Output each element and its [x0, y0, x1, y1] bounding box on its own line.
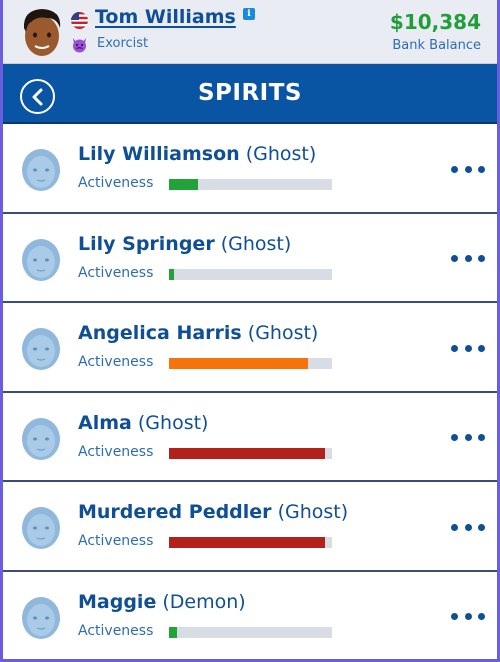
more-options-button[interactable]	[451, 608, 485, 626]
activeness-bar-fill	[169, 179, 199, 190]
activeness-bar-fill	[169, 358, 308, 369]
spirits-list: Lily Williamson (Ghost) Activeness Lily …	[3, 124, 497, 659]
dot-icon	[464, 523, 472, 531]
page-header: SPIRITS	[3, 64, 497, 124]
spirit-name-text: Angelica Harris	[78, 322, 242, 344]
spirit-portrait-icon	[17, 324, 65, 372]
spirit-type: (Ghost)	[245, 143, 317, 165]
info-icon[interactable]: i	[243, 8, 255, 20]
spirit-portrait-icon	[17, 503, 65, 551]
player-job: Exorcist	[97, 36, 149, 51]
dot-icon	[464, 344, 472, 352]
activeness-bar	[169, 626, 332, 638]
spirit-portrait-icon	[17, 235, 65, 283]
spirit-name: Lily Williamson (Ghost)	[78, 143, 316, 165]
spirit-name: Alma (Ghost)	[78, 412, 208, 434]
activeness-bar-fill	[169, 268, 174, 280]
dot-icon	[451, 344, 458, 352]
dot-icon	[451, 255, 458, 262]
spirit-row[interactable]: Murdered Peddler (Ghost) Activeness	[3, 482, 497, 572]
spirit-name-text: Alma	[78, 411, 132, 434]
spirit-portrait-icon	[17, 414, 65, 462]
dot-icon	[478, 434, 485, 441]
spirit-row[interactable]: Lily Williamson (Ghost) Activeness	[3, 124, 497, 214]
player-avatar[interactable]	[17, 6, 67, 58]
spirit-type: (Ghost)	[137, 411, 209, 434]
spirit-name-text: Lily Springer	[78, 232, 215, 255]
activeness-bar	[169, 179, 332, 190]
spirit-row[interactable]: Lily Springer (Ghost) Activeness	[3, 213, 497, 303]
spirit-name-text: Murdered Peddler	[78, 501, 272, 523]
activeness-bar	[169, 537, 332, 548]
activeness-bar-fill	[169, 447, 326, 459]
player-name[interactable]: Tom Williams	[95, 6, 236, 28]
dot-icon	[451, 434, 458, 441]
more-options-button[interactable]	[451, 429, 485, 447]
spirit-name-text: Maggie	[78, 590, 157, 613]
spirit-name: Angelica Harris (Ghost)	[78, 322, 318, 344]
activeness-bar	[169, 268, 332, 280]
spirit-type: (Ghost)	[247, 322, 319, 344]
spirit-type: (Demon)	[162, 590, 246, 613]
spirit-portrait-icon	[17, 145, 65, 193]
dot-icon	[451, 165, 458, 173]
more-options-button[interactable]	[451, 250, 485, 268]
activeness-label: Activeness	[78, 622, 154, 639]
more-options-button[interactable]	[451, 518, 485, 536]
activeness-label: Activeness	[78, 264, 154, 281]
activeness-label: Activeness	[78, 354, 154, 370]
spirit-name-text: Lily Williamson	[78, 143, 240, 165]
activeness-bar	[169, 358, 332, 369]
dot-icon	[478, 255, 485, 262]
bank-balance-label: Bank Balance	[392, 38, 481, 53]
activeness-bar-fill	[169, 537, 326, 548]
app-frame: Tom Williams i Exorcist $10,384 Bank Bal…	[3, 0, 497, 662]
dot-icon	[464, 613, 472, 620]
dot-icon	[464, 255, 472, 262]
spirit-name: Murdered Peddler (Ghost)	[78, 501, 348, 523]
spirit-row[interactable]: Maggie (Demon) Activeness	[3, 571, 497, 659]
profile-bar: Tom Williams i Exorcist $10,384 Bank Bal…	[3, 0, 497, 64]
devil-emoji-icon	[71, 36, 88, 53]
dot-icon	[464, 434, 472, 441]
more-options-button[interactable]	[451, 339, 485, 357]
dot-icon	[451, 523, 458, 531]
dot-icon	[478, 613, 485, 620]
activeness-bar-fill	[169, 626, 178, 638]
activeness-bar	[169, 447, 332, 459]
dot-icon	[451, 613, 458, 620]
spirit-name: Maggie (Demon)	[78, 591, 246, 613]
spirit-portrait-icon	[17, 593, 65, 641]
dot-icon	[464, 165, 472, 173]
bank-balance-value[interactable]: $10,384	[390, 10, 481, 34]
activeness-label: Activeness	[78, 443, 154, 460]
activeness-label: Activeness	[78, 175, 154, 191]
spirit-name: Lily Springer (Ghost)	[78, 233, 291, 255]
page-title: SPIRITS	[197, 80, 302, 106]
dot-icon	[478, 344, 485, 352]
dot-icon	[478, 523, 485, 531]
dot-icon	[478, 165, 485, 173]
spirit-type: (Ghost)	[277, 501, 349, 523]
us-flag-icon	[71, 12, 88, 29]
activeness-label: Activeness	[78, 533, 154, 549]
more-options-button[interactable]	[451, 160, 485, 178]
spirit-row[interactable]: Angelica Harris (Ghost) Activeness	[3, 303, 497, 393]
spirit-type: (Ghost)	[220, 232, 292, 255]
spirit-row[interactable]: Alma (Ghost) Activeness	[3, 392, 497, 482]
